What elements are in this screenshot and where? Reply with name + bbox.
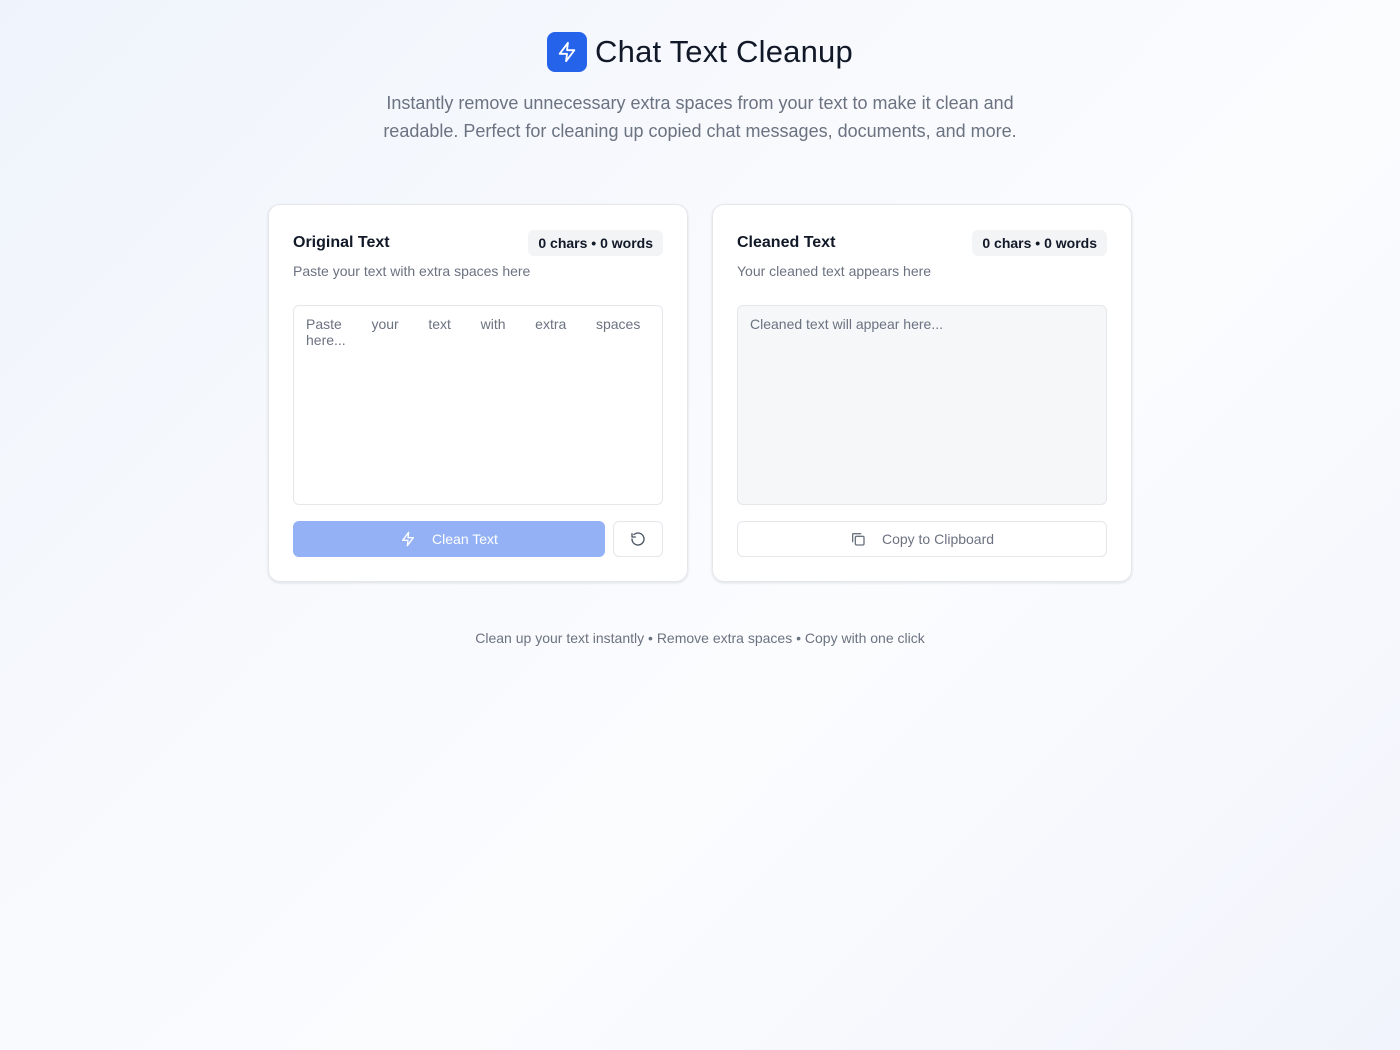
reset-button[interactable] (613, 521, 663, 557)
app-header: Chat Text Cleanup (0, 32, 1400, 72)
zap-icon (547, 32, 588, 72)
cleaned-text-stats-badge: 0 chars • 0 words (972, 230, 1107, 256)
zap-icon (400, 531, 416, 547)
original-text-description: Paste your text with extra spaces here (293, 263, 531, 279)
page-title: Chat Text Cleanup (595, 34, 853, 69)
reset-icon (630, 531, 646, 547)
page-subtitle: Instantly remove unnecessary extra space… (383, 93, 1017, 141)
copy-icon (850, 531, 866, 547)
cleaned-text-output: Cleaned text will appear here... (737, 305, 1107, 505)
copy-to-clipboard-button[interactable]: Copy to Clipboard (737, 521, 1107, 557)
cleaned-text-card: Cleaned Text 0 chars • 0 words Your clea… (712, 204, 1132, 582)
original-text-title: Original Text (293, 234, 390, 251)
original-text-card: Original Text 0 chars • 0 words Paste yo… (268, 204, 688, 582)
clean-text-button-label: Clean Text (432, 531, 498, 547)
original-text-input[interactable] (293, 305, 663, 505)
copy-button-label: Copy to Clipboard (881, 531, 995, 547)
cleaned-text-placeholder: Cleaned text will appear here... (750, 316, 943, 332)
cleaned-text-title: Cleaned Text (737, 234, 836, 251)
footer-tagline: Clean up your text instantly • Remove ex… (475, 630, 925, 646)
original-text-stats-badge: 0 chars • 0 words (528, 230, 663, 256)
cleaned-text-description: Your cleaned text appears here (737, 263, 932, 279)
clean-text-button[interactable]: Clean Text (293, 521, 605, 557)
